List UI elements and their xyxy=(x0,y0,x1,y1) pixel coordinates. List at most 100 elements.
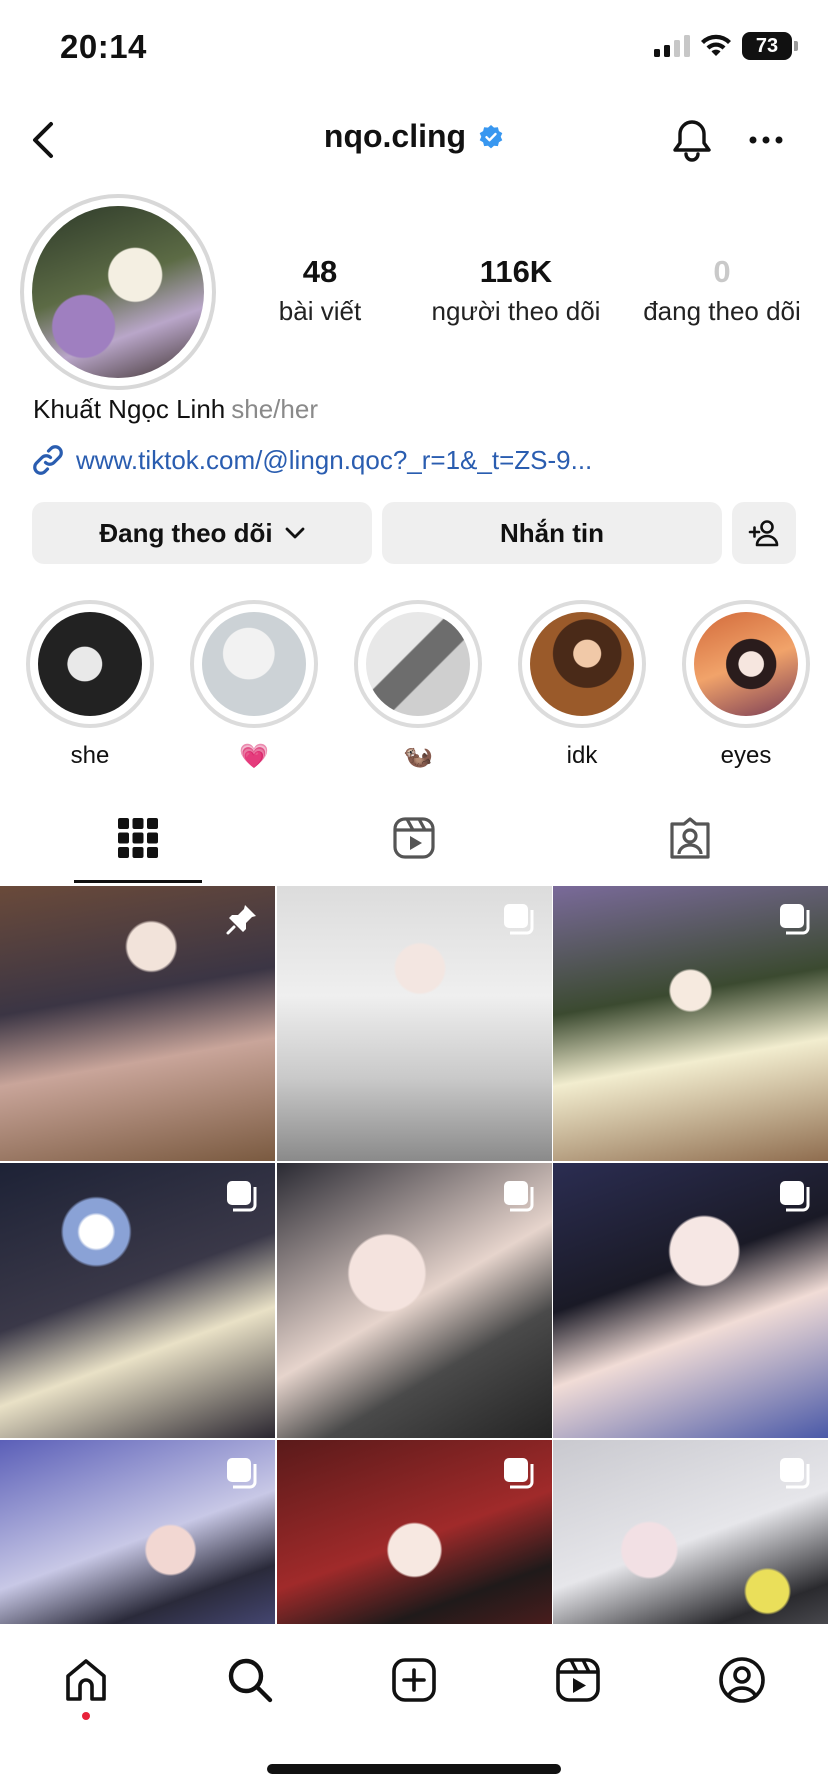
chevron-down-icon xyxy=(285,527,305,539)
highlight-cover xyxy=(366,612,470,716)
posts-grid xyxy=(0,886,828,1624)
grid-post[interactable] xyxy=(276,886,552,1161)
status-indicators: 73 xyxy=(654,32,798,60)
followers-label: người theo dõi xyxy=(431,296,601,326)
nav-home[interactable] xyxy=(56,1650,116,1710)
profile-icon xyxy=(719,1657,765,1703)
following-button[interactable]: Đang theo dõi xyxy=(32,502,372,564)
active-tab-indicator xyxy=(74,880,202,883)
highlight-ring xyxy=(682,600,810,728)
tab-tagged[interactable] xyxy=(552,790,828,886)
highlight-item[interactable]: eyes xyxy=(682,600,810,770)
message-button[interactable]: Nhắn tin xyxy=(382,502,722,564)
highlight-label: 🦦 xyxy=(403,743,433,770)
stat-posts[interactable]: 48 bài viết xyxy=(260,254,380,327)
profile-header: nqo.cling xyxy=(0,100,828,180)
stat-followers[interactable]: 116K người theo dõi xyxy=(410,254,622,327)
status-bar: 20:14 73 xyxy=(0,0,828,100)
highlight-item[interactable]: 💗 xyxy=(190,600,318,771)
carousel-icon xyxy=(780,1458,810,1489)
following-label: đang theo dõi xyxy=(643,296,801,326)
posts-label: bài viết xyxy=(278,296,362,326)
highlight-ring xyxy=(190,600,318,728)
grid-post[interactable] xyxy=(553,1440,828,1624)
highlight-label: 💗 xyxy=(239,743,269,770)
following-count: 0 xyxy=(713,254,731,289)
bio-link[interactable]: www.tiktok.com/@lingn.qoc?_r=1&_t=ZS-9..… xyxy=(30,442,592,478)
full-name: Khuất Ngọc Linh xyxy=(33,394,226,424)
bio-link-text: www.tiktok.com/@lingn.qoc?_r=1&_t=ZS-9..… xyxy=(76,444,593,475)
notification-dot xyxy=(82,1712,90,1720)
search-icon xyxy=(228,1658,273,1703)
nav-search[interactable] xyxy=(220,1650,280,1710)
create-icon xyxy=(392,1658,436,1702)
suggested-users-button[interactable] xyxy=(732,502,796,564)
battery-level: 73 xyxy=(755,34,779,57)
highlight-ring xyxy=(518,600,646,728)
wifi-icon xyxy=(701,34,731,56)
grid-post[interactable] xyxy=(276,1163,552,1438)
bell-icon xyxy=(673,120,711,162)
home-indicator xyxy=(267,1764,561,1774)
avatar-ring[interactable] xyxy=(20,194,216,390)
grid-post[interactable] xyxy=(0,1163,275,1438)
carousel-icon xyxy=(780,1181,810,1212)
profile-stats: 48 bài viết 116K người theo dõi 0 đang t… xyxy=(260,254,808,334)
highlight-cover xyxy=(694,612,798,716)
posts-count: 48 xyxy=(302,254,338,289)
highlight-cover xyxy=(202,612,306,716)
grid-post[interactable] xyxy=(276,1440,552,1624)
grid-post[interactable] xyxy=(553,1163,828,1438)
status-time: 20:14 xyxy=(60,28,147,65)
highlight-cover xyxy=(530,612,634,716)
highlight-item[interactable]: idk xyxy=(518,600,646,770)
notification-bell-button[interactable] xyxy=(664,112,720,168)
home-icon xyxy=(66,1659,106,1701)
grid-icon xyxy=(118,818,158,858)
grid-post[interactable] xyxy=(553,886,828,1161)
bio-name-row: Khuất Ngọc Linh she/her xyxy=(33,394,318,425)
carousel-icon xyxy=(227,1181,257,1212)
highlight-cover xyxy=(38,612,142,716)
highlight-ring xyxy=(354,600,482,728)
tab-posts-grid[interactable] xyxy=(0,790,276,886)
message-button-label: Nhắn tin xyxy=(500,517,604,548)
link-icon xyxy=(33,445,63,475)
carousel-icon xyxy=(503,1458,533,1489)
nav-profile[interactable] xyxy=(712,1650,772,1710)
highlight-item[interactable]: she xyxy=(26,600,154,770)
add-person-icon xyxy=(748,520,779,547)
nav-reels[interactable] xyxy=(548,1650,608,1710)
bottom-nav xyxy=(0,1624,828,1792)
more-options-button[interactable] xyxy=(738,112,794,168)
highlight-label: she xyxy=(70,742,110,769)
grid-post[interactable] xyxy=(0,1440,275,1624)
carousel-icon xyxy=(503,904,533,935)
followers-count: 116K xyxy=(479,254,553,289)
verified-badge-icon xyxy=(479,124,503,148)
highlight-label: idk xyxy=(566,742,598,769)
tagged-icon xyxy=(670,817,710,859)
carousel-icon xyxy=(503,1181,533,1212)
pin-icon xyxy=(226,905,256,935)
content-tabs xyxy=(0,790,828,886)
following-button-label: Đang theo dõi xyxy=(99,517,273,548)
avatar xyxy=(32,206,204,378)
carousel-icon xyxy=(780,904,810,935)
nav-create[interactable] xyxy=(384,1650,444,1710)
battery-icon: 73 xyxy=(742,32,798,60)
carousel-icon xyxy=(227,1458,257,1489)
page-title: nqo.cling xyxy=(323,118,467,154)
reels-icon xyxy=(393,817,435,859)
cellular-signal-icon xyxy=(654,35,690,57)
story-highlights: she 💗 🦦 idk eyes xyxy=(0,600,828,770)
reels-icon xyxy=(556,1658,600,1702)
highlight-item[interactable]: 🦦 xyxy=(354,600,482,771)
highlight-label: eyes xyxy=(720,742,772,769)
grid-post[interactable] xyxy=(0,886,275,1161)
pronouns: she/her xyxy=(231,394,318,424)
stat-following[interactable]: 0 đang theo dõi xyxy=(625,254,819,327)
ellipsis-icon xyxy=(749,136,783,144)
highlight-ring xyxy=(26,600,154,728)
tab-reels[interactable] xyxy=(276,790,552,886)
